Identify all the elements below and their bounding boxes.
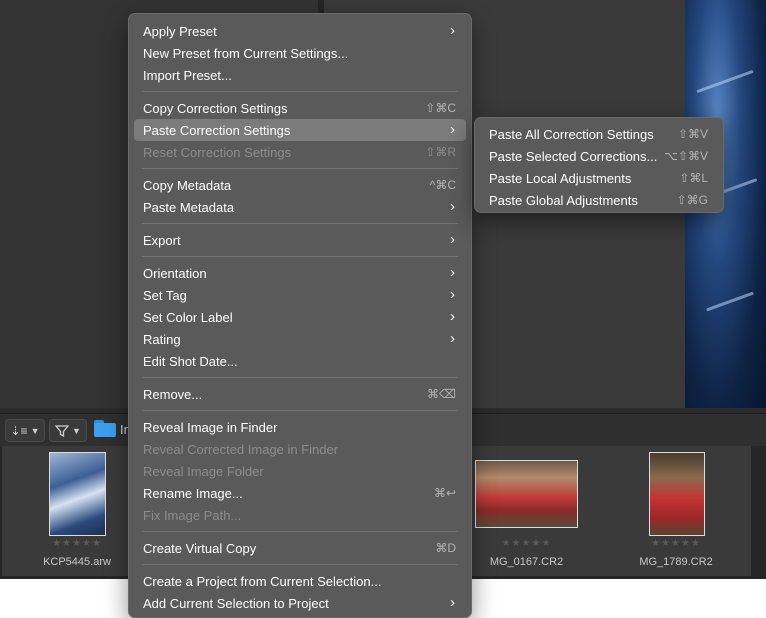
menu-separator [142, 410, 458, 411]
menu-item-rename-image[interactable]: Rename Image... ⌘↩ [134, 482, 466, 504]
chevron-right-icon: › [450, 330, 455, 347]
menu-item-reveal-image-folder: Reveal Image Folder [143, 464, 264, 479]
shortcut: ⇧⌘R [425, 145, 456, 159]
menu-item-import-preset[interactable]: Import Preset... [134, 64, 466, 86]
menu-item-remove[interactable]: Remove... ⌘⌫ [134, 383, 466, 405]
menu-separator [142, 91, 458, 92]
shortcut: ^⌘C [429, 178, 456, 192]
sort-icon: ⇣≡ [10, 423, 28, 438]
menu-separator [142, 564, 458, 565]
submenu-item-paste-all[interactable]: Paste All Correction Settings ⇧⌘V [480, 123, 718, 145]
rating-stars[interactable]: ★★★★★ [601, 538, 751, 549]
chevron-right-icon: › [450, 121, 455, 138]
context-menu: Apply Preset › New Preset from Current Se… [128, 13, 472, 618]
menu-item-create-virtual-copy[interactable]: Create Virtual Copy ⌘D [134, 537, 466, 559]
shortcut: ⌥⇧⌘V [664, 149, 708, 163]
submenu-item-paste-local[interactable]: Paste Local Adjustments ⇧⌘L [480, 167, 718, 189]
thumbnail[interactable] [49, 452, 106, 536]
chevron-right-icon: › [450, 264, 455, 281]
menu-item-set-color-label[interactable]: Set Color Label › [134, 306, 466, 328]
file-name: MG_1789.CR2 [639, 556, 713, 568]
filter-button[interactable]: ▼ [49, 419, 87, 442]
shortcut: ⇧⌘V [677, 127, 708, 141]
shortcut: ⇧⌘C [425, 101, 456, 115]
shortcut: ⌘↩ [433, 486, 456, 500]
filter-icon [55, 424, 70, 437]
shortcut: ⌘D [435, 541, 456, 555]
menu-item-fix-image-path: Fix Image Path... [143, 508, 242, 523]
filmstrip-cell[interactable]: ★★★★★ MG_0167.CR2 [452, 446, 602, 576]
chevron-right-icon: › [450, 594, 455, 611]
menu-item-new-preset[interactable]: New Preset from Current Settings... [134, 42, 466, 64]
chevron-right-icon: › [450, 198, 455, 215]
menu-separator [142, 256, 458, 257]
chevron-right-icon: › [450, 231, 455, 248]
chevron-right-icon: › [450, 286, 455, 303]
menu-item-export[interactable]: Export › [134, 229, 466, 251]
menu-item-add-to-project[interactable]: Add Current Selection to Project › [134, 592, 466, 614]
chevron-right-icon: › [450, 308, 455, 325]
menu-separator [142, 168, 458, 169]
chevron-down-icon: ▼ [30, 425, 40, 436]
menu-item-orientation[interactable]: Orientation › [134, 262, 466, 284]
menu-item-reveal-corrected-image: Reveal Corrected Image in Finder [143, 442, 339, 457]
menu-separator [142, 223, 458, 224]
chevron-down-icon: ▼ [72, 425, 81, 436]
menu-item-copy-correction-settings[interactable]: Copy Correction Settings ⇧⌘C [134, 97, 466, 119]
menu-item-set-tag[interactable]: Set Tag › [134, 284, 466, 306]
menu-item-paste-correction-settings[interactable]: Paste Correction Settings › [134, 119, 466, 141]
menu-separator [142, 531, 458, 532]
menu-item-reveal-image-in-finder[interactable]: Reveal Image in Finder [134, 416, 466, 438]
shortcut: ⌘⌫ [427, 387, 456, 401]
menu-item-copy-metadata[interactable]: Copy Metadata ^⌘C [134, 174, 466, 196]
folder-icon [94, 420, 116, 437]
menu-separator [142, 377, 458, 378]
menu-item-rating[interactable]: Rating › [134, 328, 466, 350]
sort-button[interactable]: ⇣≡ ▼ [5, 419, 45, 442]
shortcut: ⇧⌘G [676, 193, 708, 207]
submenu-item-paste-global[interactable]: Paste Global Adjustments ⇧⌘G [480, 189, 718, 211]
menu-item-apply-preset[interactable]: Apply Preset › [134, 20, 466, 42]
menu-item-paste-metadata[interactable]: Paste Metadata › [134, 196, 466, 218]
shortcut: ⇧⌘L [679, 171, 708, 185]
menu-item-edit-shot-date[interactable]: Edit Shot Date... [134, 350, 466, 372]
paste-correction-submenu: Paste All Correction Settings ⇧⌘V Paste S… [474, 117, 724, 213]
thumbnail[interactable] [475, 460, 578, 528]
file-name: MG_0167.CR2 [489, 556, 564, 568]
submenu-item-paste-selected[interactable]: Paste Selected Corrections... ⌥⇧⌘V [480, 145, 718, 167]
menu-item-reset-correction-settings: Reset Correction Settings ⇧⌘R [143, 145, 456, 160]
thumbnail[interactable] [649, 452, 705, 536]
menu-item-create-project[interactable]: Create a Project from Current Selection.… [134, 570, 466, 592]
rating-stars[interactable]: ★★★★★ [452, 538, 601, 549]
chevron-right-icon: › [450, 22, 455, 39]
filmstrip-cell[interactable]: ★★★★★ MG_1789.CR2 [601, 446, 752, 576]
